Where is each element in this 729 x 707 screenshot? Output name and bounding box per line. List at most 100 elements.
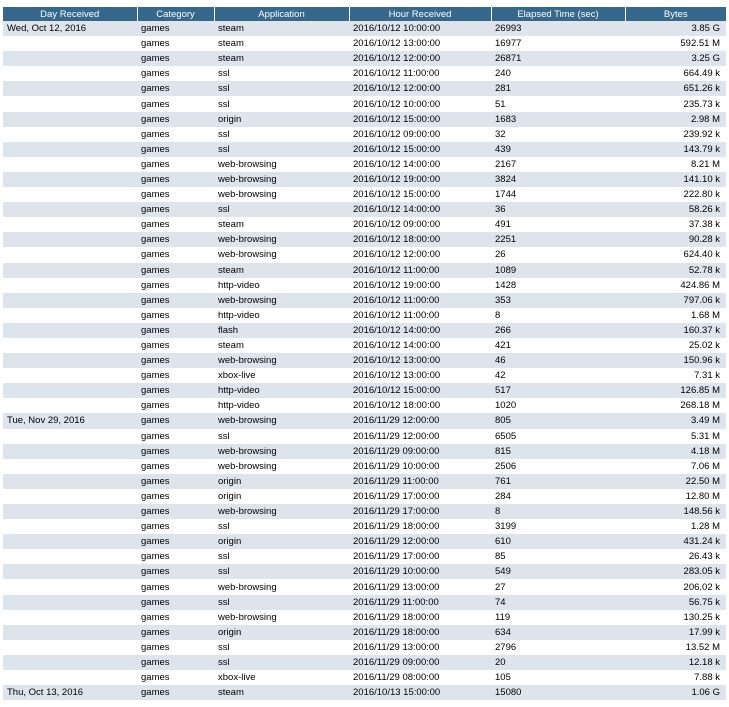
header-application[interactable]: Application [213, 7, 349, 21]
table-row: games ssl 2016/10/12 10:00:00 51 235.73 k [3, 96, 726, 111]
cell-application: http-video [218, 400, 260, 412]
cell-hour-received: 2016/10/12 14:00:00 [349, 322, 491, 338]
table-row: games web-browsing 2016/10/12 12:00:00 26 62… [3, 247, 726, 262]
table-row: games steam 2016/10/12 09:00:00 491 37.38 k [3, 217, 726, 232]
cell-category: games [137, 232, 214, 248]
header-category[interactable]: Category [136, 7, 214, 21]
cell-bytes: 8.21 M [690, 158, 720, 170]
cell-category: games [137, 322, 214, 338]
cell-elapsed-time: 1683 [491, 111, 625, 127]
cell-hour-received: 2016/10/12 19:00:00 [349, 171, 491, 188]
cell-day-received [3, 322, 137, 338]
cell-hour-received: 2016/10/12 13:00:00 [353, 38, 441, 50]
table-row: games ssl 2016/10/12 09:00:00 32 239.92 k [3, 127, 726, 142]
table-row: games xbox-live 2016/10/12 13:00:00 42 7.31 … [3, 368, 726, 383]
header-elapsed-time[interactable]: Elapsed Time (sec) [490, 7, 625, 21]
cell-application: ssl [218, 68, 230, 80]
table-row: games ssl 2016/11/29 09:00:00 20 12.18 k [3, 654, 726, 671]
cell-day-received [3, 443, 137, 459]
table-row: games http-video 2016/10/12 18:00:00 1020 26… [3, 398, 726, 413]
cell-category: games [137, 292, 214, 308]
cell-category: games [137, 504, 214, 520]
cell-day-received [3, 96, 137, 111]
cell-elapsed-time: 2251 [491, 232, 625, 248]
header-bytes[interactable]: Bytes [624, 7, 726, 21]
cell-elapsed-time: 42 [495, 370, 506, 382]
cell-day-received [3, 654, 137, 671]
table-row: games web-browsing 2016/10/12 13:00:00 46 15… [3, 353, 726, 369]
table-row: games web-browsing 2016/10/12 11:00:00 353 7… [3, 292, 726, 308]
cell-category: games [141, 68, 170, 80]
table-row: games ssl 2016/11/29 11:00:00 74 56.75 k [3, 594, 726, 610]
table-row: games ssl 2016/11/29 18:00:00 3199 1.28 M [3, 519, 726, 534]
table-row: games steam 2016/10/12 12:00:00 26871 3.25 G [3, 51, 726, 67]
cell-application: web-browsing [218, 189, 277, 201]
cell-hour-received: 2016/10/12 10:00:00 [353, 98, 441, 110]
cell-day-received: Tue, Nov 29, 2016 [3, 413, 137, 429]
cell-bytes: 283.05 k [625, 564, 726, 580]
cell-elapsed-time: 119 [495, 611, 511, 623]
cell-category: games [141, 98, 170, 110]
cell-elapsed-time: 281 [491, 81, 625, 97]
cell-application: ssl [218, 98, 230, 110]
cell-hour-received: 2016/10/12 15:00:00 [353, 189, 441, 201]
cell-category: games [137, 654, 214, 671]
table-header-row: Day Received Category Application Hour R… [3, 7, 726, 21]
cell-day-received [3, 171, 137, 188]
cell-bytes: 268.18 M [680, 400, 720, 412]
cell-bytes: 222.80 k [683, 189, 720, 201]
cell-application: web-browsing [214, 504, 349, 520]
cell-bytes: 13.52 M [685, 641, 720, 653]
cell-day-received [3, 36, 137, 51]
cell-day-received [3, 51, 137, 67]
cell-bytes: 90.28 k [625, 232, 726, 248]
cell-category: games [137, 564, 214, 580]
cell-hour-received: 2016/10/12 12:00:00 [349, 81, 491, 97]
cell-category: games [137, 624, 214, 640]
cell-elapsed-time: 353 [491, 292, 625, 308]
cell-day-received [3, 308, 137, 323]
cell-category: games [137, 534, 214, 550]
cell-day-received [3, 564, 137, 580]
cell-category: games [141, 551, 170, 563]
table-row: games origin 2016/11/29 11:00:00 761 22.50 M [3, 473, 726, 489]
cell-elapsed-time: 634 [491, 624, 625, 640]
table-row: games flash 2016/10/12 14:00:00 266 160.37 k [3, 322, 726, 338]
cell-application: origin [214, 473, 349, 489]
cell-hour-received: 2016/11/29 18:00:00 [349, 624, 491, 640]
cell-day-received [3, 504, 137, 520]
cell-application: web-browsing [214, 171, 349, 188]
cell-bytes: 239.92 k [683, 128, 720, 140]
cell-category: games [141, 279, 170, 291]
table-row: Tue, Nov 29, 2016 games web-browsing 2016/1… [3, 413, 726, 429]
cell-elapsed-time: 3824 [491, 171, 625, 188]
cell-application: web-browsing [214, 413, 349, 429]
cell-day-received [3, 262, 137, 278]
cell-hour-received: 2016/11/29 13:00:00 [353, 581, 440, 593]
cell-category: games [141, 490, 170, 502]
cell-bytes: 58.26 k [625, 202, 726, 218]
table-row: games ssl 2016/10/12 11:00:00 240 664.49 k [3, 66, 726, 81]
cell-application: web-browsing [214, 292, 349, 308]
cell-application: origin [214, 624, 349, 640]
cell-application: steam [218, 340, 244, 352]
cell-application: web-browsing [214, 353, 349, 369]
cell-bytes: 431.24 k [625, 534, 726, 550]
cell-day-received [3, 368, 137, 383]
cell-bytes: 592.51 M [680, 38, 720, 50]
cell-elapsed-time: 815 [491, 443, 625, 459]
cell-day-received [3, 383, 137, 399]
cell-bytes: 130.25 k [683, 611, 720, 623]
cell-day-received [3, 353, 137, 369]
table-row: games ssl 2016/11/29 10:00:00 549 283.05 k [3, 564, 726, 580]
header-hour-received[interactable]: Hour Received [348, 7, 491, 21]
cell-day-received [3, 127, 137, 142]
cell-bytes: 25.02 k [688, 340, 720, 352]
cell-elapsed-time: 105 [495, 672, 511, 684]
cell-hour-received: 2016/10/12 10:00:00 [349, 21, 491, 37]
cell-day-received [3, 217, 137, 232]
cell-elapsed-time: 240 [495, 68, 511, 80]
cell-application: web-browsing [218, 249, 277, 261]
header-day-received[interactable]: Day Received [3, 7, 137, 21]
cell-bytes: 150.96 k [625, 353, 726, 369]
